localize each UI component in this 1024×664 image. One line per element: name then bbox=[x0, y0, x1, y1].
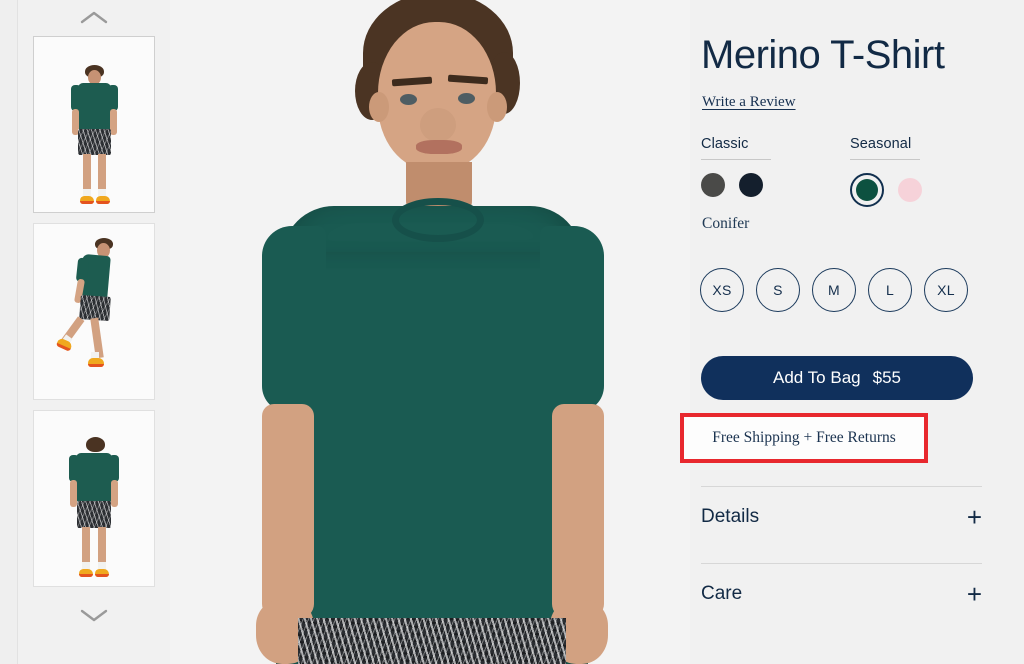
page-left-gutter bbox=[0, 0, 18, 664]
hero-product-image[interactable] bbox=[170, 0, 690, 664]
shipping-highlight-box: Free Shipping + Free Returns bbox=[680, 413, 928, 463]
write-a-review-link[interactable]: Write a Review bbox=[702, 94, 796, 111]
navy-swatch[interactable] bbox=[739, 173, 763, 197]
thumbnail-side-walking[interactable] bbox=[33, 223, 155, 400]
size-option-l[interactable]: L bbox=[868, 268, 912, 312]
plus-icon[interactable]: + bbox=[967, 504, 982, 530]
size-option-s[interactable]: S bbox=[756, 268, 800, 312]
conifer-swatch[interactable] bbox=[856, 179, 878, 201]
thumbnail-back[interactable] bbox=[33, 410, 155, 587]
color-group-label: Seasonal bbox=[850, 136, 912, 152]
size-selector: XS S M L XL bbox=[700, 268, 968, 312]
size-option-m[interactable]: M bbox=[812, 268, 856, 312]
page-title: Merino T-Shirt bbox=[701, 33, 945, 77]
chevron-down-icon[interactable] bbox=[18, 597, 170, 633]
size-option-xs[interactable]: XS bbox=[700, 268, 744, 312]
color-group-label: Classic bbox=[701, 136, 749, 152]
color-group-seasonal: Seasonal bbox=[850, 136, 924, 207]
free-shipping-text: Free Shipping + Free Returns bbox=[712, 429, 896, 446]
thumbnail-list bbox=[33, 36, 155, 587]
product-detail-page: Merino T-Shirt Write a Review Classic Se… bbox=[0, 0, 1024, 664]
divider bbox=[701, 159, 771, 160]
chevron-up-icon[interactable] bbox=[18, 0, 170, 36]
divider bbox=[701, 486, 982, 487]
selected-color-name: Conifer bbox=[702, 215, 750, 232]
product-info-panel: Merino T-Shirt Write a Review Classic Se… bbox=[680, 0, 1024, 664]
accordion-care[interactable]: Care + bbox=[701, 574, 982, 614]
swatch-option-navy[interactable] bbox=[739, 173, 763, 197]
divider bbox=[850, 159, 920, 160]
accordion-details[interactable]: Details + bbox=[701, 497, 982, 537]
price-label: $55 bbox=[872, 368, 901, 387]
accordion-label: Details bbox=[701, 506, 760, 527]
swatch-option-pink[interactable] bbox=[898, 178, 922, 202]
color-swatch-groups: Classic Seasonal bbox=[701, 136, 924, 207]
divider bbox=[701, 563, 982, 564]
swatch-option-charcoal[interactable] bbox=[701, 173, 725, 197]
plus-icon[interactable]: + bbox=[967, 581, 982, 607]
swatch-option-conifer[interactable] bbox=[850, 173, 884, 207]
pink-swatch[interactable] bbox=[898, 178, 922, 202]
color-group-classic: Classic bbox=[701, 136, 775, 207]
add-to-bag-button[interactable]: Add To Bag $55 bbox=[701, 356, 973, 400]
thumbnail-front[interactable] bbox=[33, 36, 155, 213]
charcoal-swatch[interactable] bbox=[701, 173, 725, 197]
gallery-thumbnail-rail bbox=[18, 0, 170, 664]
add-to-bag-label: Add To Bag bbox=[773, 368, 861, 387]
size-option-xl[interactable]: XL bbox=[924, 268, 968, 312]
accordion-label: Care bbox=[701, 583, 743, 604]
